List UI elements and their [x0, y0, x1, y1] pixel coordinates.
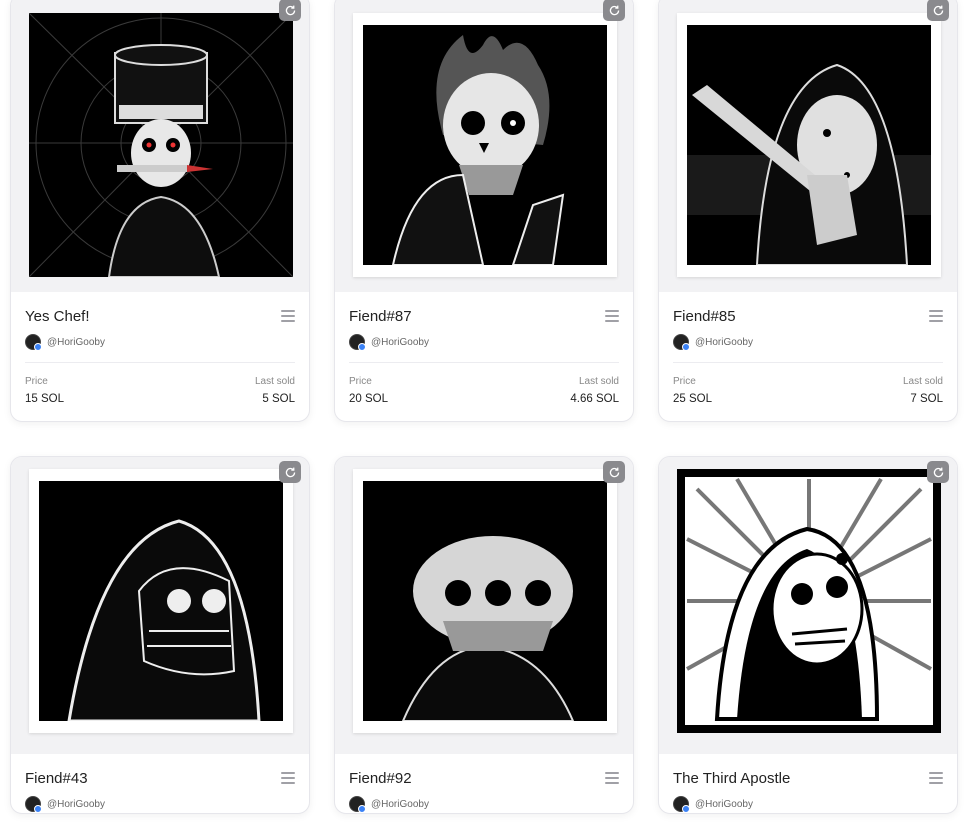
nft-artwork[interactable] — [353, 469, 617, 733]
menu-icon[interactable] — [929, 772, 943, 784]
avatar — [25, 334, 42, 351]
menu-icon[interactable] — [281, 310, 295, 322]
nft-card[interactable]: Fiend#43 @HoriGooby — [10, 456, 310, 814]
chef-skull-artwork — [29, 13, 293, 277]
refresh-icon — [609, 467, 619, 477]
nft-title[interactable]: Fiend#92 — [349, 770, 412, 787]
creator-row[interactable]: @HoriGooby — [349, 795, 619, 813]
creator-row[interactable]: @HoriGooby — [349, 333, 619, 351]
last-sold-label: Last sold — [578, 376, 619, 387]
avatar — [349, 796, 366, 813]
creator-name[interactable]: @HoriGooby — [47, 337, 105, 348]
nft-image-area[interactable] — [659, 0, 957, 292]
last-sold-value: 5 SOL — [262, 393, 295, 405]
price-label: Price — [349, 376, 372, 387]
creator-row[interactable]: @HoriGooby — [673, 795, 943, 813]
price-value: 25 SOL — [673, 393, 712, 405]
menu-icon[interactable] — [605, 772, 619, 784]
nft-image-area[interactable] — [335, 0, 633, 292]
nft-title[interactable]: Yes Chef! — [25, 308, 90, 325]
refresh-icon — [933, 5, 943, 15]
price-label: Price — [673, 376, 696, 387]
nft-artwork[interactable] — [677, 469, 941, 733]
nft-image-area[interactable] — [11, 457, 309, 754]
avatar — [673, 796, 690, 813]
nft-artwork[interactable] — [353, 13, 617, 277]
refresh-button[interactable] — [603, 461, 625, 483]
creator-name[interactable]: @HoriGooby — [371, 337, 429, 348]
nft-title[interactable]: Fiend#43 — [25, 770, 88, 787]
nft-card[interactable]: Fiend#87 @HoriGooby Price 20 SOL Last so… — [334, 0, 634, 422]
refresh-button[interactable] — [279, 461, 301, 483]
creator-row[interactable]: @HoriGooby — [25, 333, 295, 351]
refresh-button[interactable] — [603, 0, 625, 21]
creator-row[interactable]: @HoriGooby — [673, 333, 943, 351]
price-value: 15 SOL — [25, 393, 64, 405]
nft-image-area[interactable] — [335, 457, 633, 754]
avatar — [349, 334, 366, 351]
creator-row[interactable]: @HoriGooby — [25, 795, 295, 813]
refresh-icon — [285, 5, 295, 15]
hooded-fiend-artwork — [39, 481, 283, 721]
last-sold-value: 7 SOL — [910, 393, 943, 405]
last-sold-value: 4.66 SOL — [570, 393, 619, 405]
nft-card[interactable]: Fiend#85 @HoriGooby Price 25 SOL Last so… — [658, 0, 958, 422]
nft-card[interactable]: Fiend#92 @HoriGooby — [334, 456, 634, 814]
price-value: 20 SOL — [349, 393, 388, 405]
menu-icon[interactable] — [605, 310, 619, 322]
divider — [349, 362, 619, 363]
refresh-icon — [609, 5, 619, 15]
nft-card[interactable]: The Third Apostle @HoriGooby — [658, 456, 958, 814]
nft-artwork[interactable] — [29, 469, 293, 733]
divider — [25, 362, 295, 363]
nft-artwork[interactable] — [677, 13, 941, 277]
creator-name[interactable]: @HoriGooby — [47, 799, 105, 810]
last-sold-label: Last sold — [254, 376, 295, 387]
nft-title[interactable]: The Third Apostle — [673, 770, 790, 787]
refresh-icon — [933, 467, 943, 477]
menu-icon[interactable] — [281, 772, 295, 784]
nft-artwork[interactable] — [29, 13, 293, 277]
avatar — [25, 796, 42, 813]
refresh-button[interactable] — [279, 0, 301, 21]
nft-title[interactable]: Fiend#87 — [349, 308, 412, 325]
divider — [673, 362, 943, 363]
nft-title[interactable]: Fiend#85 — [673, 308, 736, 325]
third-apostle-artwork — [677, 469, 941, 733]
nft-grid: Yes Chef! @HoriGooby Price 15 SOL Last s… — [0, 0, 976, 829]
nft-card[interactable]: Yes Chef! @HoriGooby Price 15 SOL Last s… — [10, 0, 310, 422]
nft-image-area[interactable] — [11, 0, 309, 292]
last-sold-label: Last sold — [902, 376, 943, 387]
nft-image-area[interactable] — [659, 457, 957, 754]
triple-skull-artwork — [363, 481, 607, 721]
price-label: Price — [25, 376, 48, 387]
refresh-icon — [285, 467, 295, 477]
menu-icon[interactable] — [929, 310, 943, 322]
machete-masked-artwork — [687, 25, 931, 265]
flame-skull-artwork — [363, 25, 607, 265]
avatar — [673, 334, 690, 351]
refresh-button[interactable] — [927, 461, 949, 483]
creator-name[interactable]: @HoriGooby — [695, 337, 753, 348]
refresh-button[interactable] — [927, 0, 949, 21]
creator-name[interactable]: @HoriGooby — [371, 799, 429, 810]
creator-name[interactable]: @HoriGooby — [695, 799, 753, 810]
